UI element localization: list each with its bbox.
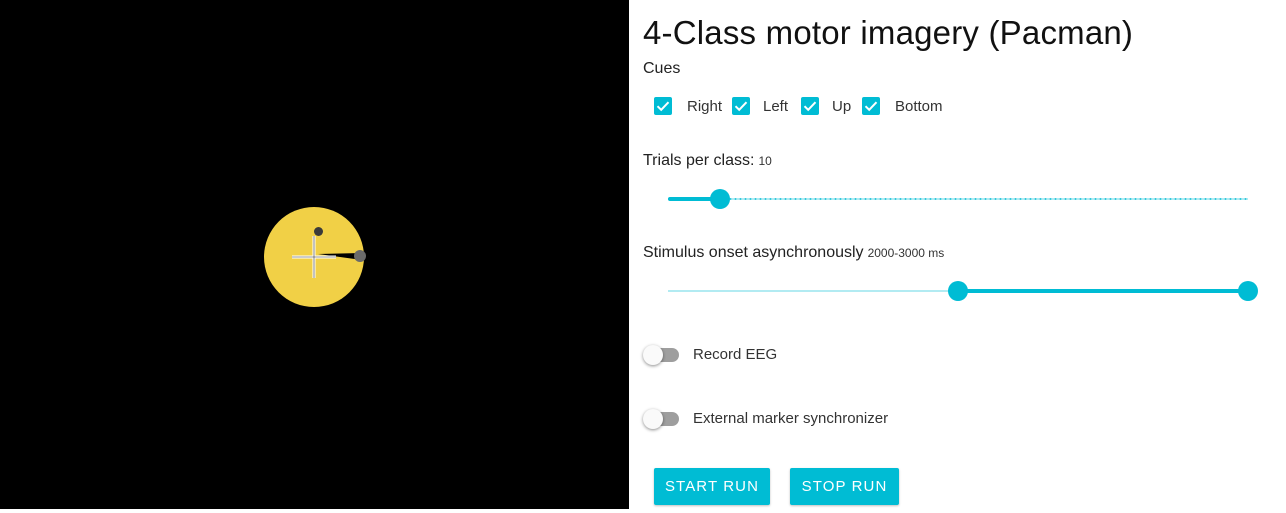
cue-left-label: Left xyxy=(763,98,789,115)
onset-label-row: Stimulus onset asynchronously 2000-3000 m… xyxy=(643,244,944,262)
page-title: 4-Class motor imagery (Pacman) xyxy=(643,14,1134,51)
record-eeg-label: Record EEG xyxy=(693,346,778,363)
cue-bottom-label: Bottom xyxy=(895,98,943,115)
trials-slider-ticks xyxy=(668,198,1248,200)
check-icon xyxy=(803,101,817,112)
check-icon xyxy=(734,101,748,112)
onset-range-slider[interactable] xyxy=(668,281,1258,301)
cue-up-checkbox[interactable] xyxy=(801,97,819,115)
check-icon xyxy=(864,101,878,112)
start-run-button[interactable]: START RUN xyxy=(654,468,770,505)
cue-right-label: Right xyxy=(687,98,723,115)
record-eeg-toggle-thumb[interactable] xyxy=(643,345,663,365)
onset-slider-fill xyxy=(958,289,1248,293)
pacman-stimulus xyxy=(264,207,366,307)
cue-left-checkbox[interactable] xyxy=(732,97,750,115)
cues-label: Cues xyxy=(643,60,681,77)
stimulus-stage xyxy=(0,0,629,509)
external-marker-toggle-thumb[interactable] xyxy=(643,409,663,429)
cue-bottom-checkbox[interactable] xyxy=(862,97,880,115)
settings-panel: 4-Class motor imagery (Pacman) Cues Righ… xyxy=(629,0,1286,513)
trials-value: 10 xyxy=(758,154,772,168)
external-marker-label: External marker synchronizer xyxy=(693,410,889,427)
trials-label: Trials per class: xyxy=(643,152,755,169)
onset-slider-thumb-min[interactable] xyxy=(948,281,968,301)
pellet xyxy=(354,250,366,262)
trials-label-row: Trials per class: 10 xyxy=(643,152,772,170)
onset-value: 2000-3000 ms xyxy=(867,246,945,260)
pacman-eye xyxy=(314,227,323,236)
cue-up-label: Up xyxy=(832,98,852,115)
trials-slider[interactable] xyxy=(668,189,1248,209)
check-icon xyxy=(656,101,670,112)
onset-slider-thumb-max[interactable] xyxy=(1238,281,1258,301)
cue-right-checkbox[interactable] xyxy=(654,97,672,115)
trials-slider-thumb[interactable] xyxy=(710,189,731,209)
stop-run-button[interactable]: STOP RUN xyxy=(790,468,899,505)
onset-label: Stimulus onset asynchronously xyxy=(643,244,864,261)
